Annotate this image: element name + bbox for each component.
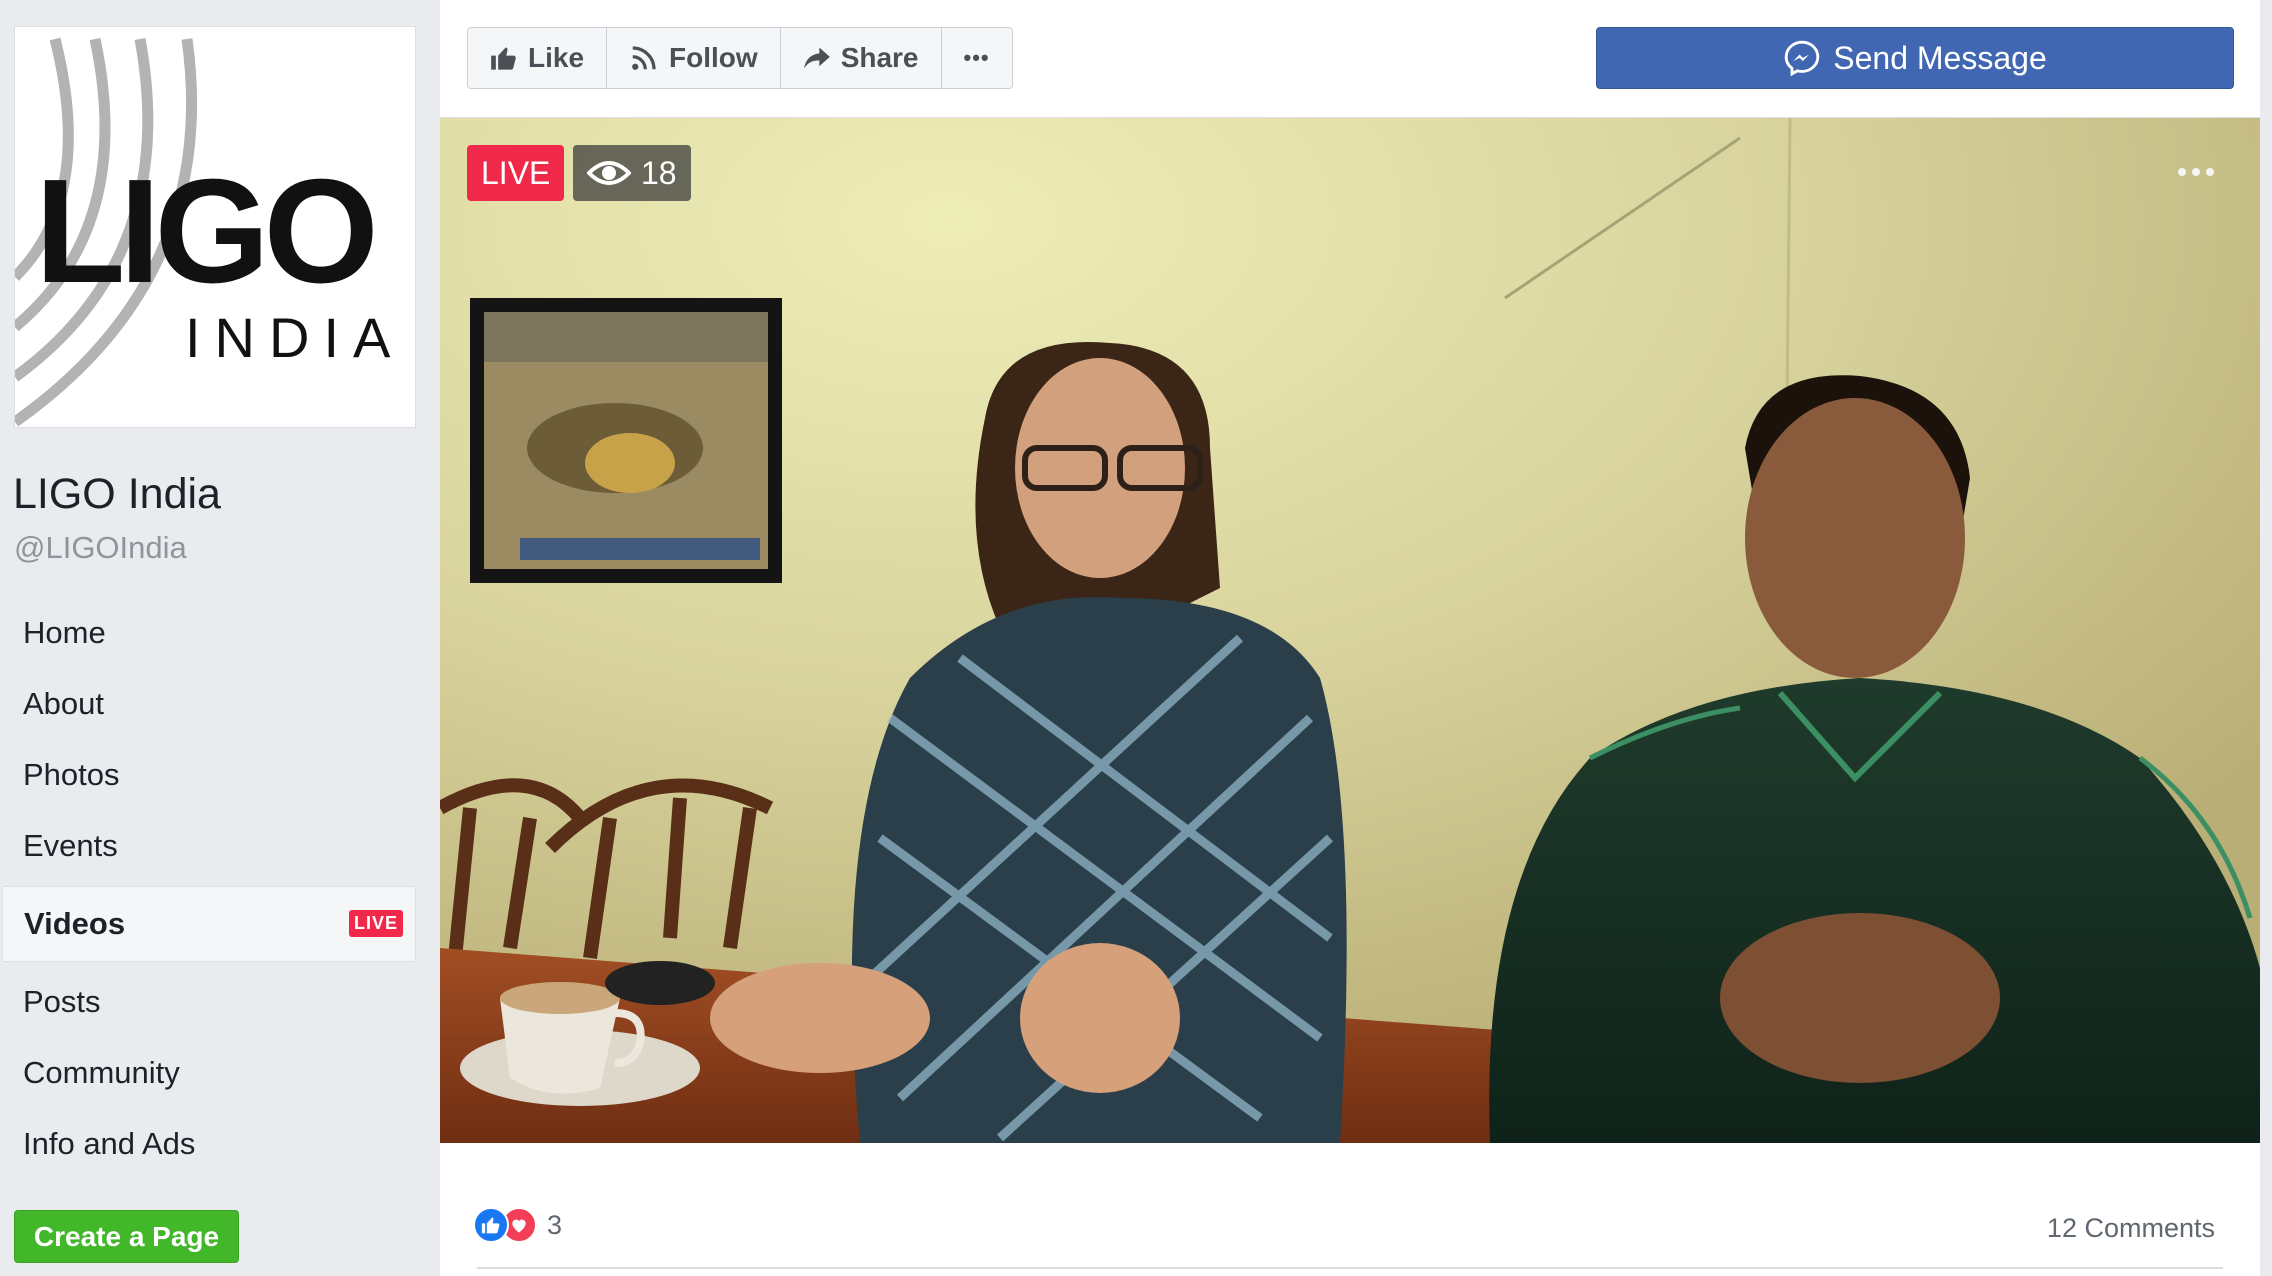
- wall-painting: [470, 298, 782, 583]
- nav-item-about[interactable]: About: [2, 668, 416, 740]
- page-action-bar: Like Follow Share ••• Send Message: [440, 0, 2260, 118]
- nav-item-home[interactable]: Home: [2, 597, 416, 669]
- like-reaction-icon: [473, 1207, 509, 1243]
- reactions-summary[interactable]: 3: [473, 1207, 562, 1243]
- reaction-count: 3: [547, 1209, 563, 1240]
- page-title[interactable]: LIGO India: [13, 470, 221, 519]
- follow-label: Follow: [669, 42, 758, 73]
- left-sidebar: LIGO INDIA LIGO India @LIGOIndia Home Ab…: [0, 0, 438, 1276]
- video-frame: [440, 118, 2260, 1143]
- more-dots-icon: •••: [963, 45, 990, 70]
- nav-live-badge: LIVE: [348, 910, 403, 937]
- nav-item-community[interactable]: Community: [2, 1037, 416, 1109]
- logo-sub-text: INDIA: [185, 306, 404, 369]
- send-message-label: Send Message: [1833, 39, 2047, 76]
- viewer-count-badge: 18: [573, 145, 691, 201]
- main-content: Like Follow Share ••• Send Message LIVE …: [440, 0, 2260, 1276]
- follow-button[interactable]: Follow: [607, 28, 781, 88]
- ligo-india-logo: LIGO INDIA: [15, 37, 404, 427]
- nav-label: Community: [23, 1055, 180, 1090]
- nav-item-info-and-ads[interactable]: Info and Ads: [2, 1108, 416, 1180]
- nav-label: Videos: [24, 906, 126, 941]
- live-video-player[interactable]: LIVE 18: [440, 118, 2260, 1143]
- more-button[interactable]: •••: [942, 28, 1012, 88]
- share-label: Share: [840, 42, 919, 73]
- nav-item-photos[interactable]: Photos: [2, 739, 416, 811]
- thumbs-up-icon: [491, 47, 516, 70]
- nav-label: Home: [23, 615, 106, 650]
- like-button[interactable]: Like: [468, 28, 608, 88]
- send-message-button[interactable]: Send Message: [1596, 27, 2234, 89]
- nav-label: Events: [23, 828, 118, 863]
- page-handle[interactable]: @LIGOIndia: [14, 530, 187, 566]
- comments-count-link[interactable]: 12 Comments: [2047, 1213, 2215, 1244]
- like-label: Like: [528, 42, 585, 73]
- create-page-button[interactable]: Create a Page: [14, 1210, 239, 1263]
- action-button-group: Like Follow Share •••: [467, 27, 1013, 89]
- nav-item-videos[interactable]: Videos LIVE: [2, 886, 416, 962]
- video-options-icon[interactable]: [2176, 160, 2216, 184]
- share-button[interactable]: Share: [781, 28, 942, 88]
- live-status-badge: LIVE: [467, 145, 565, 201]
- nav-label: Info and Ads: [23, 1126, 196, 1161]
- nav-label: Posts: [23, 984, 101, 1019]
- rss-icon: [632, 46, 656, 70]
- eye-icon: [587, 161, 631, 185]
- footer-divider: [477, 1267, 2223, 1269]
- profile-picture[interactable]: LIGO INDIA: [14, 26, 416, 428]
- messenger-icon: [1785, 40, 1820, 77]
- nav-item-events[interactable]: Events: [2, 810, 416, 882]
- nav-item-posts[interactable]: Posts: [2, 966, 416, 1038]
- logo-main-text: LIGO: [35, 149, 373, 314]
- nav-label: About: [23, 686, 105, 721]
- share-arrow-icon: [803, 47, 830, 69]
- post-footer: 3 12 Comments: [440, 1143, 2260, 1276]
- nav-label: Photos: [23, 757, 120, 792]
- viewer-count: 18: [641, 154, 677, 191]
